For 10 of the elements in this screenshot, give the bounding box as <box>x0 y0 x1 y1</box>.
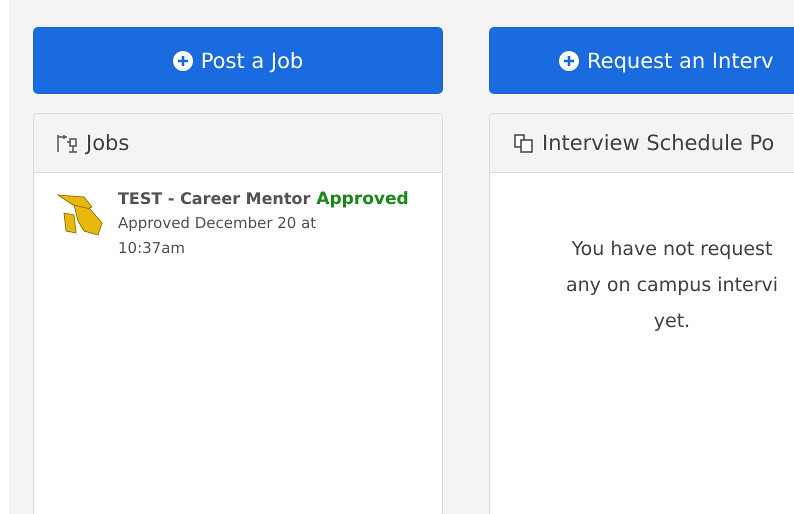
job-title[interactable]: TEST - Career Mentor <box>118 189 310 208</box>
empty-message: You have not request any on campus intervi yet. <box>564 237 780 334</box>
post-job-button[interactable]: Post a Job <box>33 27 443 94</box>
job-date: Approved December 20 at 10:37am <box>118 213 318 259</box>
plus-icon <box>172 50 193 70</box>
panel-title: Jobs <box>86 131 130 155</box>
panel-title: Interview Schedule Po <box>542 131 774 155</box>
status-label: Approved <box>316 189 409 209</box>
plus-icon <box>559 50 579 70</box>
request-interview-button[interactable]: Request an Interv <box>489 27 794 94</box>
